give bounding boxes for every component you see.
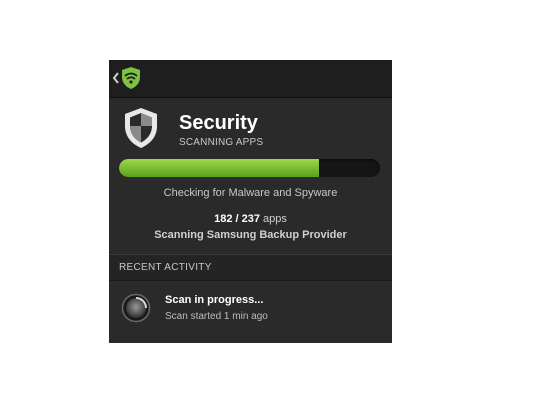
activity-subtitle: Scan started 1 min ago (165, 311, 268, 322)
scan-progress-fill (119, 159, 320, 177)
activity-title: Scan in progress... (165, 294, 264, 306)
scanned-count: 182 (214, 213, 233, 225)
security-panel: Security SCANNING APPS Checking for Malw… (109, 98, 392, 248)
page-title: Security (179, 112, 258, 134)
lookout-wifi-shield-icon[interactable] (120, 66, 142, 90)
scan-count: 182 / 237 apps (109, 213, 392, 225)
app-screen: Security SCANNING APPS Checking for Malw… (109, 60, 392, 343)
scan-status-text: Checking for Malware and Spyware (163, 187, 338, 199)
shield-icon (125, 108, 157, 148)
section-label: RECENT ACTIVITY (119, 262, 212, 273)
count-unit: apps (259, 213, 287, 225)
total-count: 237 (241, 213, 260, 225)
action-bar (109, 60, 392, 98)
spinner-icon (121, 293, 151, 323)
page-subtitle: SCANNING APPS (179, 137, 264, 148)
scan-progress-bar (119, 159, 380, 177)
count-separator: / (232, 213, 242, 225)
current-scan-item: Scanning Samsung Backup Provider (154, 229, 347, 241)
list-item[interactable]: Scan in progress... Scan started 1 min a… (109, 282, 392, 334)
recent-activity-header: RECENT ACTIVITY (109, 254, 392, 281)
